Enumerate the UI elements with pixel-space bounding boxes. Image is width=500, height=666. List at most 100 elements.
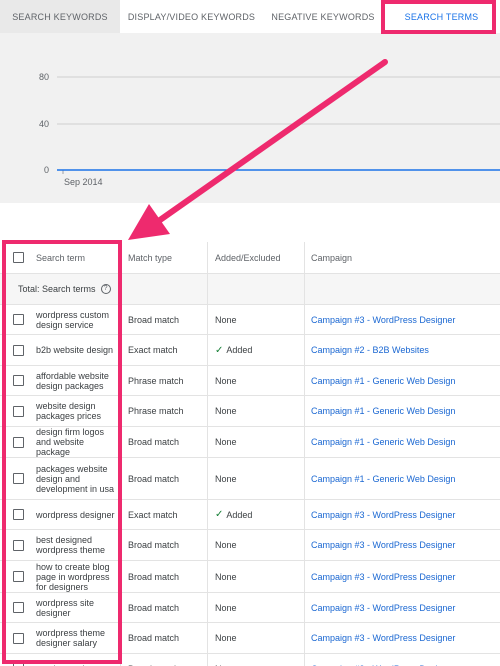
row-checkbox[interactable] <box>12 436 24 448</box>
campaign-link[interactable]: Campaign #2 - B2B Websites <box>311 345 429 355</box>
row-checkbox[interactable] <box>12 473 24 484</box>
y-tick-label: 80 <box>39 72 49 82</box>
row-checkbox-cell <box>0 427 36 457</box>
added-excluded-value: None <box>215 375 237 386</box>
search-term-cell: wordpress theme <box>36 654 121 666</box>
search-term-cell: affordable website design packages <box>36 366 121 395</box>
added-excluded-value: None <box>215 437 237 447</box>
table-row[interactable]: affordable website design packages Phrase… <box>0 366 500 396</box>
search-term-cell: wordpress site designer <box>36 593 121 622</box>
row-checkbox-cell <box>0 305 36 334</box>
row-checkbox[interactable] <box>12 405 24 417</box>
campaign-cell: Campaign #2 - B2B Websites <box>305 335 500 365</box>
campaign-link[interactable]: Campaign #1 - Generic Web Design <box>311 437 455 447</box>
added-excluded-cell: None <box>208 427 305 457</box>
table-row[interactable]: best designed wordpress theme Broad match… <box>0 530 500 561</box>
table-row[interactable]: wordpress custom design service Broad mat… <box>0 305 500 335</box>
table-header: Search term Match type Added/Excluded Ca… <box>0 242 500 274</box>
added-excluded-value: None <box>215 571 237 582</box>
campaign-link[interactable]: Campaign #1 - Generic Web Design <box>311 474 455 484</box>
search-terms-page: SEARCH KEYWORDS DISPLAY/VIDEO KEYWORDS N… <box>0 0 500 666</box>
match-type-cell: Broad match <box>121 654 208 666</box>
campaign-cell: Campaign #3 - WordPress Designer <box>305 654 500 666</box>
added-excluded-cell: None <box>208 305 305 334</box>
match-type-cell: Exact match <box>121 500 208 529</box>
header-campaign[interactable]: Campaign <box>305 242 500 273</box>
row-checkbox-cell <box>0 366 36 395</box>
keyword-tabs: SEARCH KEYWORDS DISPLAY/VIDEO KEYWORDS N… <box>0 0 500 33</box>
tab-display-video-keywords[interactable]: DISPLAY/VIDEO KEYWORDS <box>120 0 263 33</box>
campaign-link[interactable]: Campaign #1 - Generic Web Design <box>311 406 455 416</box>
tab-negative-keywords[interactable]: NEGATIVE KEYWORDS <box>263 0 383 33</box>
added-excluded-cell: None <box>208 530 305 560</box>
total-row: Total: Search terms ? <box>0 274 500 305</box>
added-excluded-value: None <box>215 540 237 550</box>
added-excluded-value: None <box>215 473 237 484</box>
row-checkbox[interactable] <box>12 344 24 356</box>
match-type-cell: Broad match <box>121 530 208 560</box>
table-row[interactable]: wordpress designer Exact match ✓ Added Campa… <box>0 500 500 530</box>
added-excluded-cell: None <box>208 458 305 499</box>
match-type-cell: Broad match <box>121 593 208 622</box>
table-row[interactable]: wordpress site designer Broad match None Ca… <box>0 593 500 623</box>
row-checkbox-cell <box>0 335 36 365</box>
added-excluded-cell: None <box>208 561 305 592</box>
search-terms-table: Search term Match type Added/Excluded Ca… <box>0 242 500 666</box>
help-icon[interactable]: ? <box>100 284 111 294</box>
campaign-link[interactable]: Campaign #3 - WordPress Designer <box>311 540 455 550</box>
row-checkbox-cell <box>0 530 36 560</box>
match-type-cell: Broad match <box>121 561 208 592</box>
spacer <box>0 203 500 243</box>
select-all-checkbox[interactable] <box>12 252 24 263</box>
table-body: wordpress custom design service Broad mat… <box>0 305 500 666</box>
row-checkbox[interactable] <box>12 375 24 386</box>
table-row[interactable]: how to create blog page in wordpress for… <box>0 561 500 593</box>
match-type-cell: Broad match <box>121 305 208 334</box>
campaign-cell: Campaign #3 - WordPress Designer <box>305 623 500 653</box>
campaign-link[interactable]: Campaign #3 - WordPress Designer <box>311 315 455 325</box>
campaign-link[interactable]: Campaign #3 - WordPress Designer <box>311 603 455 613</box>
match-type-cell: Broad match <box>121 623 208 653</box>
header-search-term[interactable]: Search term <box>36 242 121 273</box>
campaign-link[interactable]: Campaign #3 - WordPress Designer <box>311 510 455 520</box>
added-excluded-cell: None <box>208 593 305 622</box>
x-tick-label: Sep 2014 <box>64 177 103 187</box>
tab-search-terms[interactable]: SEARCH TERMS <box>383 0 500 33</box>
row-checkbox[interactable] <box>12 632 24 644</box>
table-row[interactable]: wordpress theme designer salary Broad mat… <box>0 623 500 654</box>
header-added-excluded[interactable]: Added/Excluded <box>208 242 305 273</box>
campaign-cell: Campaign #3 - WordPress Designer <box>305 561 500 592</box>
campaign-cell: Campaign #1 - Generic Web Design <box>305 458 500 499</box>
campaign-link[interactable]: Campaign #3 - WordPress Designer <box>311 572 455 582</box>
row-checkbox-cell <box>0 458 36 499</box>
table-row[interactable]: packages website design and development … <box>0 458 500 500</box>
added-excluded-value: None <box>215 406 237 416</box>
tab-search-keywords[interactable]: SEARCH KEYWORDS <box>0 0 120 33</box>
row-checkbox[interactable] <box>12 539 24 551</box>
row-checkbox[interactable] <box>12 509 24 520</box>
campaign-cell: Campaign #1 - Generic Web Design <box>305 427 500 457</box>
table-row[interactable]: b2b website design Exact match ✓ Added Campa… <box>0 335 500 366</box>
row-checkbox-cell <box>0 623 36 653</box>
row-checkbox[interactable] <box>12 602 24 613</box>
table-row[interactable]: wordpress themeBroad matchNoneCampaign #… <box>0 654 500 666</box>
row-checkbox-cell <box>0 593 36 622</box>
table-row[interactable]: design firm logos and website package Bro… <box>0 427 500 458</box>
row-checkbox[interactable] <box>12 571 24 582</box>
row-checkbox-cell <box>0 500 36 529</box>
search-term-cell: packages website design and development … <box>36 458 121 499</box>
match-type-cell: Broad match <box>121 458 208 499</box>
campaign-cell: Campaign #3 - WordPress Designer <box>305 500 500 529</box>
match-type-cell: Broad match <box>121 427 208 457</box>
total-match-cell <box>121 274 208 304</box>
search-term-cell: wordpress designer <box>36 500 121 529</box>
row-checkbox[interactable] <box>12 314 24 325</box>
total-label: Total: Search terms <box>18 284 96 294</box>
table-row[interactable]: website design packages prices Phrase mat… <box>0 396 500 427</box>
campaign-link[interactable]: Campaign #1 - Generic Web Design <box>311 376 455 386</box>
chart-svg: 80 40 0 Sep 2014 <box>39 72 500 187</box>
header-match-type[interactable]: Match type <box>121 242 208 273</box>
search-term-cell: wordpress theme designer salary <box>36 623 121 653</box>
search-term-cell: design firm logos and website package <box>36 427 121 457</box>
campaign-link[interactable]: Campaign #3 - WordPress Designer <box>311 633 455 643</box>
